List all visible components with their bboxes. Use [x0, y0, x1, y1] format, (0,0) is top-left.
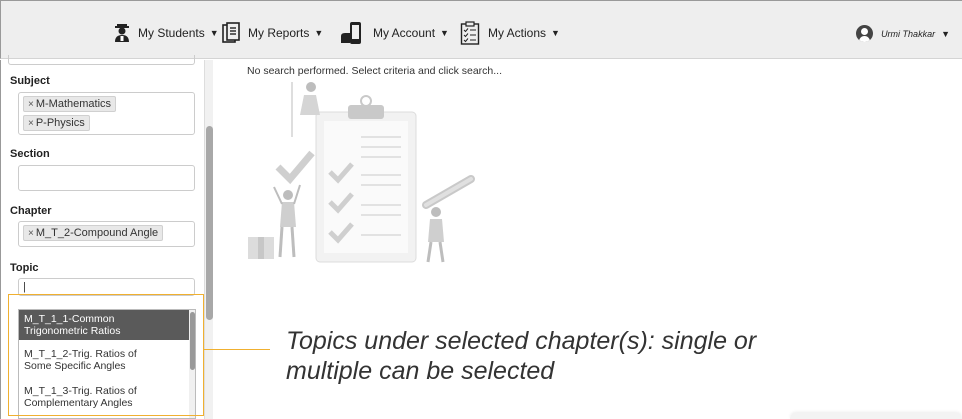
- subject-label: Subject: [10, 75, 50, 87]
- user-avatar-icon: [856, 25, 874, 42]
- status-message: No search performed. Select criteria and…: [247, 65, 503, 77]
- annotation-line1: Topics under selected chapter(s): single…: [286, 327, 757, 355]
- filter-panel-scrollbar[interactable]: [204, 60, 213, 419]
- user-menu[interactable]: Urmi Thakkar ▼: [856, 25, 950, 42]
- reports-icon: [222, 22, 240, 43]
- nav-my-reports-label: My Reports: [248, 26, 310, 40]
- subject-tag[interactable]: × M-Mathematics: [23, 96, 117, 112]
- nav-my-actions-label: My Actions: [488, 26, 547, 40]
- chevron-down-icon: ▼: [551, 28, 560, 38]
- chapter-select[interactable]: × M_T_2-Compound Angle: [18, 221, 195, 247]
- section-select[interactable]: [18, 165, 195, 191]
- highlight-box: [8, 294, 204, 416]
- bottom-panel-edge: [790, 413, 962, 419]
- annotation-connector-line: [204, 349, 270, 350]
- subject-select[interactable]: × M-Mathematics × P-Physics: [18, 92, 195, 135]
- chevron-down-icon: ▼: [440, 28, 449, 38]
- nav-my-students[interactable]: My Students ▼: [114, 20, 219, 46]
- empty-state-illustration: [248, 82, 475, 263]
- remove-tag-icon[interactable]: ×: [28, 99, 34, 110]
- remove-tag-icon[interactable]: ×: [28, 118, 34, 129]
- section-label: Section: [10, 148, 50, 160]
- filter-panel-scrollbar-thumb[interactable]: [206, 126, 213, 320]
- remove-tag-icon[interactable]: ×: [28, 228, 34, 239]
- subject-tag-label: P-Physics: [35, 117, 85, 129]
- chapter-tag-label: M_T_2-Compound Angle: [35, 227, 159, 239]
- students-icon: [115, 24, 129, 42]
- chapter-label: Chapter: [10, 205, 52, 217]
- nav-my-reports[interactable]: My Reports ▼: [222, 20, 323, 46]
- subject-tag-label: M-Mathematics: [35, 98, 112, 110]
- chevron-down-icon: ▼: [209, 28, 219, 38]
- previous-filter-field[interactable]: [8, 55, 195, 65]
- topic-label: Topic: [10, 262, 39, 274]
- chapter-tag[interactable]: × M_T_2-Compound Angle: [23, 225, 164, 241]
- subject-tag[interactable]: × P-Physics: [23, 115, 90, 131]
- annotation-line2: multiple can be selected: [286, 357, 555, 385]
- account-icon: [341, 22, 361, 44]
- nav-my-actions[interactable]: My Actions ▼: [460, 20, 560, 46]
- nav-my-students-label: My Students: [138, 26, 205, 40]
- nav-my-account[interactable]: My Account ▼: [339, 20, 449, 46]
- chevron-down-icon: ▼: [314, 28, 324, 38]
- nav-my-account-label: My Account: [373, 26, 436, 40]
- chevron-down-icon: ▼: [941, 28, 950, 39]
- clipboard-checklist-icon: [460, 21, 480, 45]
- user-name: Urmi Thakkar: [881, 28, 936, 39]
- annotation-text: Topics under selected chapter(s): single…: [286, 326, 886, 386]
- top-navigation-bar: My Students ▼ My Reports ▼ My Account ▼: [0, 0, 962, 59]
